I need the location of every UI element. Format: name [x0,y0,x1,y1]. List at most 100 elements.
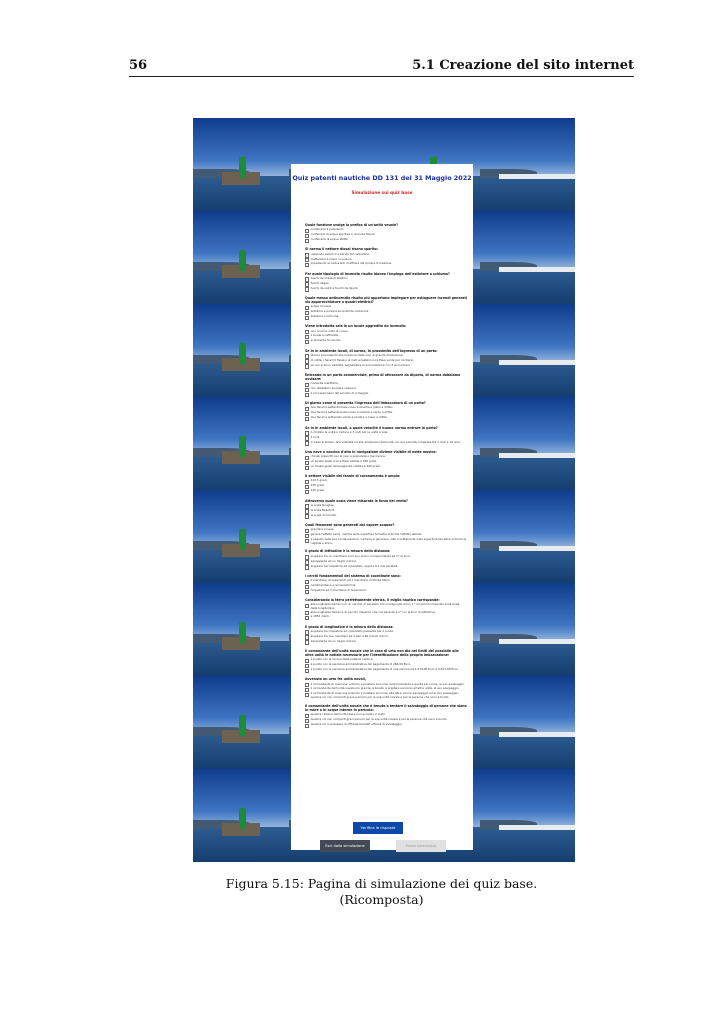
answer-checkbox[interactable] [305,330,310,335]
answer-option[interactable]: due fanali e sotterrato verde a sinistra… [305,415,467,422]
answer-checkbox[interactable] [305,560,310,565]
quiz-question: Avvenuto un urto fra unità navali, il com… [305,677,467,699]
answer-option[interactable]: qualora ciò in possesso di ufficiale bre… [305,722,467,728]
answer-option[interactable]: a seguito della sua condensazione, nell'… [305,537,467,545]
answer-checkbox[interactable] [305,354,310,359]
answer-checkbox[interactable] [305,253,310,258]
answer-checkbox[interactable] [305,263,310,268]
answer-checkbox[interactable] [305,412,310,417]
answer-text: angolare tra l'equatore ed il parallelo,… [310,563,399,568]
answer-checkbox[interactable] [305,392,310,398]
answer-checkbox[interactable] [305,441,310,446]
background-photo-tile [193,118,289,211]
answer-checkbox[interactable] [305,683,310,688]
answer-checkbox[interactable] [305,417,310,422]
answer-checkbox[interactable] [305,382,310,388]
answer-option[interactable]: conferrerla di acque sfette [305,237,467,244]
answer-option[interactable]: un fanale giallo lampeggiante visibile a… [305,464,467,471]
answer-checkbox[interactable] [305,233,310,239]
lighthouse [238,157,246,178]
answer-checkbox[interactable] [305,407,310,412]
answer-option[interactable]: 225 gradi. [305,489,467,495]
breakwater [498,266,575,273]
answer-checkbox[interactable] [305,277,310,282]
answer-checkbox[interactable] [305,335,310,340]
answer-checkbox[interactable] [305,431,310,436]
answer-option[interactable]: è punito con la sanzione amministrativa … [305,668,467,674]
answer-checkbox[interactable] [305,310,310,316]
answer-checkbox[interactable] [305,359,310,364]
answer-checkbox[interactable] [305,485,310,490]
answer-text: conferrerla di acque sfette [310,237,348,242]
answer-checkbox[interactable] [305,688,310,693]
answer-text: due fanali e sotterrato verde a sinistra… [310,415,388,420]
answer-checkbox[interactable] [305,282,310,287]
question-text: Si norma il nettore dlosai risana sparit… [305,247,378,252]
answer-checkbox[interactable] [305,228,310,234]
answer-checkbox[interactable] [305,589,310,594]
answer-checkbox[interactable] [305,555,310,560]
answer-text: fuochi degas. [310,280,330,285]
answer-option[interactable]: a 1852 metri. [305,614,467,621]
answer-checkbox[interactable] [305,584,310,589]
answer-checkbox[interactable] [305,579,310,584]
answer-checkbox[interactable] [305,603,310,609]
answer-checkbox[interactable] [305,364,310,369]
answer-checkbox[interactable] [305,340,310,345]
answer-checkbox[interactable] [305,663,310,669]
answer-option[interactable]: l'equatore ed il meridiano di Greenwich. [305,588,467,594]
answer-checkbox[interactable] [305,480,310,485]
answer-checkbox[interactable] [305,287,310,292]
answer-checkbox[interactable] [305,465,310,471]
answer-checkbox[interactable] [305,305,310,311]
quiz-question: Considerando la terra perfettamente sfer… [305,598,467,621]
answer-checkbox[interactable] [305,538,310,544]
answer-option[interactable]: il comandante di ciascuna è tenuto a pre… [305,692,467,699]
answer-checkbox[interactable] [305,616,310,621]
answer-text: a 1852 metri. [310,614,330,619]
next-test-button[interactable]: Prova successiva [396,840,446,852]
answer-option[interactable]: impedendo al carburanti di affluire dal … [305,262,467,268]
answer-checkbox[interactable] [305,635,310,640]
answer-option[interactable]: si alimenta l'incendio. [305,339,467,345]
quiz-question: Si norma il nettore dlosai risana sparit… [305,247,467,268]
answer-option[interactable]: il concessionario del servizio di ormegg… [305,392,467,398]
answer-text: angolare tra due meridiani ed è pari a 6… [310,633,389,638]
answer-checkbox[interactable] [305,509,310,514]
answer-checkbox[interactable] [305,723,310,728]
answer-checkbox[interactable] [305,514,310,519]
answer-checkbox[interactable] [305,611,310,616]
verify-answers-button[interactable]: Verifica le risposte [353,822,403,834]
answer-checkbox[interactable] [305,258,310,263]
answer-option[interactable]: se non si sono visibilità, segnalatore l… [305,363,467,369]
answer-checkbox[interactable] [305,640,310,645]
answer-option[interactable]: la scala di Coriolis. [305,513,467,519]
answer-checkbox[interactable] [305,436,310,441]
answer-checkbox[interactable] [305,528,310,534]
answer-option[interactable]: angolare tra l'equatore ed il parallelo,… [305,563,467,570]
answer-checkbox[interactable] [305,693,310,698]
answer-option[interactable]: in base al tempo, alla visibilità ed all… [305,440,467,446]
answer-checkbox[interactable] [305,718,310,723]
answer-checkbox[interactable] [305,387,310,393]
answer-checkbox[interactable] [305,504,310,509]
answer-checkbox[interactable] [305,238,310,244]
answer-checkbox[interactable] [305,533,310,539]
answer-option[interactable]: estintore a schiuma. [305,315,467,321]
answer-checkbox[interactable] [305,668,310,674]
answer-checkbox[interactable] [305,565,310,570]
quiz-question: Se in in ambiente locali, di norma, in p… [305,349,467,369]
answer-option[interactable]: fuochi da solidi e fuochi da liquidi. [305,286,467,292]
answer-checkbox[interactable] [305,630,310,635]
answer-checkbox[interactable] [305,455,310,461]
lighthouse [238,715,246,736]
answer-text: un fanale giallo lampeggiante visibile a… [310,464,381,469]
answer-checkbox[interactable] [305,490,310,495]
answer-checkbox[interactable] [305,460,310,466]
answer-option[interactable]: equivalente ad un miglio marino. [305,639,467,645]
answer-text: la scala Douglas. [310,502,335,507]
answer-checkbox[interactable] [305,658,310,664]
exit-simulation-button[interactable]: Esci dalla simulazione [320,840,370,852]
answer-checkbox[interactable] [305,713,310,719]
answer-checkbox[interactable] [305,315,310,321]
